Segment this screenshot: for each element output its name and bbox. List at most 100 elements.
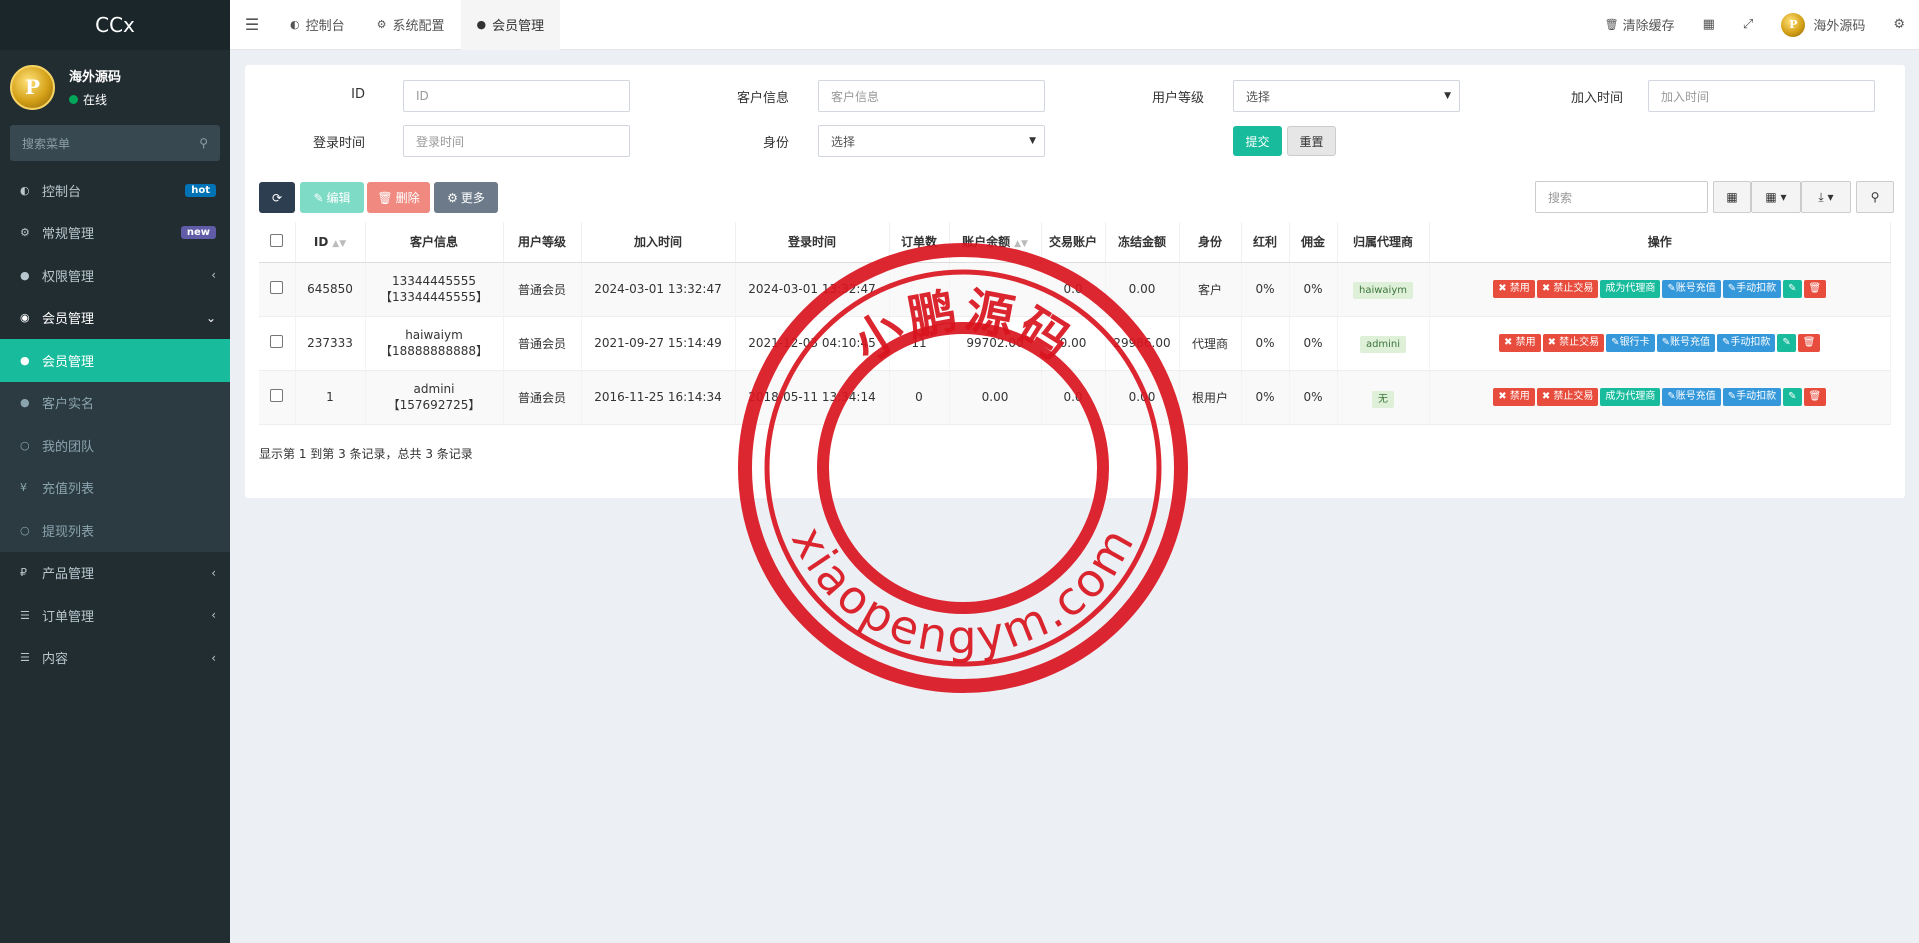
filter-customer-input[interactable]: 客户信息 xyxy=(818,80,1045,112)
sidebar-item-auth[interactable]: ● 权限管理 ‹ xyxy=(0,254,230,297)
sidebar-item-content[interactable]: ☰ 内容 ‹ xyxy=(0,637,230,680)
deduct-button[interactable]: ✎手动扣款 xyxy=(1722,388,1782,406)
sidebar-item-members[interactable]: ◉ 会员管理 ⌄ xyxy=(0,297,230,340)
edit-row-icon[interactable]: ✎ xyxy=(1783,388,1802,406)
dashboard-icon: ◐ xyxy=(290,18,300,31)
tab-system-config[interactable]: ⚙ 系统配置 xyxy=(361,0,461,50)
cell-customer: haiwaiym 【18888888888】 xyxy=(365,316,504,371)
sidebar-item-products[interactable]: ₽ 产品管理 ‹ xyxy=(0,552,230,595)
sidebar-search-input[interactable]: 搜索菜单 ⚲ xyxy=(10,125,220,161)
content-panel: ID ID 客户信息 客户信息 用户等级 选择 ▼ 加入时间 加入时间 登录时间 … xyxy=(245,65,1905,498)
refresh-button[interactable]: ⟳ xyxy=(259,182,295,213)
disable-button[interactable]: ✖ 禁用 xyxy=(1499,334,1541,352)
col-actions: 操作 xyxy=(1429,222,1891,263)
sidebar-item-orders[interactable]: ☰ 订单管理 ‹ xyxy=(0,594,230,637)
cell-id: 237333 xyxy=(295,316,366,371)
col-id[interactable]: ID ▲▼ xyxy=(295,222,366,263)
deduct-button[interactable]: ✎手动扣款 xyxy=(1716,334,1776,352)
toggle-view-button[interactable]: ▦ xyxy=(1713,181,1751,213)
clear-cache-button[interactable]: 🗑 清除缓存 xyxy=(1591,0,1689,50)
col-trade-account: 交易账户 xyxy=(1041,222,1106,263)
user-name: 海外源码 xyxy=(69,70,122,85)
tab-member-manage[interactable]: ● 会员管理 xyxy=(460,0,561,50)
edit-row-icon[interactable]: ✎ xyxy=(1783,280,1802,298)
reset-button[interactable]: 重置 xyxy=(1287,126,1336,156)
brand-logo[interactable]: CCx xyxy=(0,0,230,50)
recharge-button[interactable]: ✎账号充值 xyxy=(1662,280,1721,298)
sidebar-subitem-recharge[interactable]: ¥ 充值列表 xyxy=(0,467,230,510)
settings-icon[interactable]: ⚙ xyxy=(1879,0,1919,50)
row-checkbox[interactable] xyxy=(259,370,296,425)
select-all-checkbox[interactable] xyxy=(259,222,296,263)
cell-trade: 0.0 xyxy=(1041,370,1106,425)
cell-id: 1 xyxy=(295,370,366,425)
row-checkbox[interactable] xyxy=(259,262,296,317)
col-balance[interactable]: 账户余额 ▲▼ xyxy=(949,222,1042,263)
sidebar-item-general[interactable]: ⚙ 常规管理 new xyxy=(0,212,230,255)
tab-dashboard[interactable]: ◐ 控制台 xyxy=(274,0,361,50)
cell-orders xyxy=(889,262,950,317)
export-button[interactable]: ⤓ ▾ xyxy=(1801,181,1851,213)
delete-row-icon[interactable]: 🗑 xyxy=(1803,388,1827,406)
delete-row-icon[interactable]: 🗑 xyxy=(1803,280,1827,298)
fullscreen-icon[interactable]: ⤢ xyxy=(1729,0,1767,50)
agent-tag: haiwaiym xyxy=(1353,282,1413,299)
language-icon[interactable]: ▦ xyxy=(1689,0,1729,50)
filter-id-input[interactable]: ID xyxy=(403,80,630,112)
search-icon: ⚲ xyxy=(1870,190,1880,204)
more-button[interactable]: ⚙ 更多 xyxy=(434,182,498,213)
deduct-button[interactable]: ✎手动扣款 xyxy=(1722,280,1782,298)
cell-actions: ✖ 禁用 ✖ 禁止交易 成为代理商 ✎账号充值 ✎手动扣款 ✎ 🗑 xyxy=(1429,370,1891,425)
edit-row-icon[interactable]: ✎ xyxy=(1777,334,1796,352)
trash-icon: 🗑 xyxy=(1604,18,1619,31)
table-header-row: ID ▲▼ 客户信息 用户等级 加入时间 登录时间 订单数 账户余额 ▲▼ 交易账户… xyxy=(259,222,1891,263)
recharge-button[interactable]: ✎账号充值 xyxy=(1656,334,1715,352)
cogs-icon: ⚙ xyxy=(20,226,30,240)
disable-button[interactable]: ✖ 禁用 xyxy=(1493,388,1535,406)
filter-level-select[interactable]: 选择 ▼ xyxy=(1233,80,1460,112)
cell-orders: 0 xyxy=(889,370,950,425)
row-checkbox[interactable] xyxy=(259,316,296,371)
delete-button[interactable]: 🗑 删除 xyxy=(367,182,430,213)
disable-button[interactable]: ✖ 禁用 xyxy=(1493,280,1535,298)
cell-login-time: 2024-03-01 13:32:47 xyxy=(735,262,890,317)
filter-join-input[interactable]: 加入时间 xyxy=(1648,80,1875,112)
sidebar-item-dashboard[interactable]: ◐ 控制台 hot xyxy=(0,169,230,212)
ban-trade-button[interactable]: ✖ 禁止交易 xyxy=(1536,280,1599,298)
user-menu[interactable]: P 海外源码 xyxy=(1767,0,1879,50)
make-agent-button[interactable]: 成为代理商 xyxy=(1600,280,1661,298)
table-row: 645850 13344445555 【13344445555】 普通会员 202… xyxy=(259,262,1891,317)
columns-button[interactable]: ▦ ▾ xyxy=(1751,181,1801,213)
sidebar-subitem-member-manage[interactable]: ● 会员管理 xyxy=(0,339,230,382)
download-icon: ⤓ ▾ xyxy=(1818,189,1834,204)
col-agent: 归属代理商 xyxy=(1337,222,1430,263)
search-icon[interactable]: ⚲ xyxy=(199,136,208,150)
recharge-button[interactable]: ✎账号充值 xyxy=(1662,388,1721,406)
table-search-input[interactable]: 搜索 xyxy=(1535,181,1708,213)
sidebar-subitem-realname[interactable]: ● 客户实名 xyxy=(0,382,230,425)
sidebar-subitem-team[interactable]: ○ 我的团队 xyxy=(0,424,230,467)
filter-join-label: 加入时间 xyxy=(1570,91,1623,106)
chevron-left-icon: ‹ xyxy=(211,268,216,283)
make-agent-button[interactable]: 成为代理商 xyxy=(1600,388,1661,406)
delete-row-icon[interactable]: 🗑 xyxy=(1797,334,1821,352)
user-icon: ● xyxy=(20,396,30,410)
cell-role: 客户 xyxy=(1179,262,1242,317)
cell-agent: haiwaiym xyxy=(1337,262,1430,317)
bank-card-button[interactable]: ✎银行卡 xyxy=(1606,334,1655,352)
ban-trade-button[interactable]: ✖ 禁止交易 xyxy=(1536,388,1599,406)
cell-customer: admini 【157692725】 xyxy=(365,370,504,425)
cell-level: 普通会员 xyxy=(503,262,582,317)
caret-down-icon: ▼ xyxy=(1029,136,1036,146)
filter-role-select[interactable]: 选择 ▼ xyxy=(818,125,1045,157)
filter-login-input[interactable]: 登录时间 xyxy=(403,125,630,157)
col-frozen: 冻结金额 xyxy=(1105,222,1180,263)
cell-balance xyxy=(949,262,1042,317)
new-badge: new xyxy=(180,226,216,240)
edit-button[interactable]: ✎ 编辑 xyxy=(300,182,364,213)
sidebar-subitem-withdraw[interactable]: ○ 提现列表 xyxy=(0,509,230,552)
menu-toggle-icon[interactable]: ☰ xyxy=(230,0,274,50)
ban-trade-button[interactable]: ✖ 禁止交易 xyxy=(1542,334,1605,352)
advanced-search-button[interactable]: ⚲ xyxy=(1856,181,1894,213)
submit-button[interactable]: 提交 xyxy=(1233,126,1282,156)
